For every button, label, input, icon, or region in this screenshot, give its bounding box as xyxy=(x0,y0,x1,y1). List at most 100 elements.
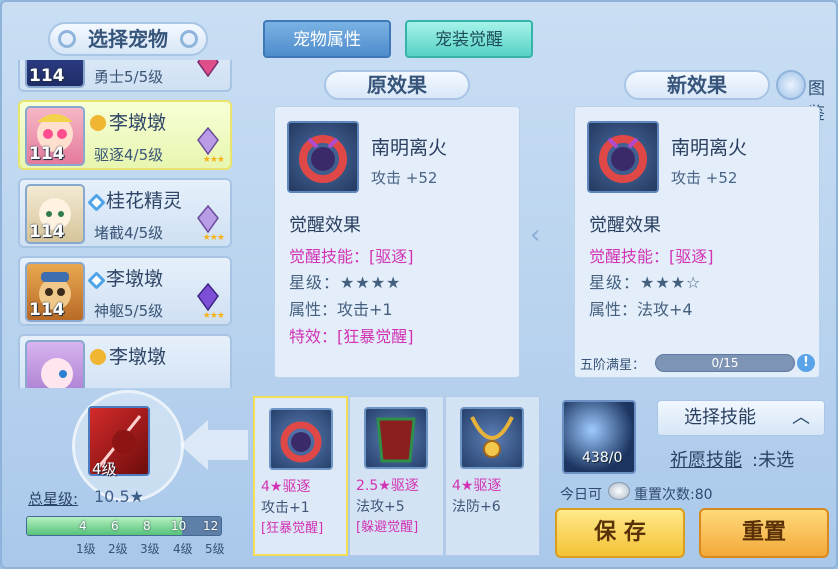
pet-gem-icon xyxy=(197,282,219,312)
arrow-left-icon xyxy=(180,420,248,470)
pet-card[interactable]: 李墩墩 xyxy=(18,334,232,388)
pet-level: 114 xyxy=(29,66,65,86)
pet-card[interactable]: 114 桂花精灵 堵截4/5级 ★★★ xyxy=(18,178,232,248)
awaken-skill-line: 觉醒技能：[驱逐] xyxy=(589,247,714,266)
pet-rank-stars: ★★★ xyxy=(202,233,225,243)
chevron-left-icon: ‹ xyxy=(530,220,541,250)
equip-name: 南明离火 xyxy=(671,137,748,159)
tab-pet-attributes[interactable]: 宠物属性 xyxy=(263,20,391,58)
pet-card[interactable]: 114 勇士5/5级 xyxy=(18,60,232,92)
pet-rank-stars: ★★★ xyxy=(202,311,225,321)
awaken-star-line: 星级：★★★☆ xyxy=(589,273,702,292)
pet-gem-icon xyxy=(197,204,219,234)
pet-skill-level: 勇士5/5级 xyxy=(94,68,164,86)
pet-avatar: 114 xyxy=(25,262,85,322)
candidate-attr: 法攻+5 xyxy=(356,499,405,515)
scale-level: 2级 xyxy=(108,542,128,556)
diamond-icon xyxy=(87,271,106,290)
info-icon xyxy=(90,349,106,365)
pet-equipment-awaken-window: 选择宠物 114 勇士5/5级 114 李墩墩 驱逐4/5级 ★★★ 114 桂… xyxy=(0,0,838,569)
candidate-item[interactable]: 2.5★驱逐 法攻+5 [躲避觉醒] xyxy=(349,396,444,556)
info-icon xyxy=(90,115,106,131)
pet-skill-level: 堵截4/5级 xyxy=(94,224,164,242)
tab-equipment-awaken[interactable]: 宠装觉醒 xyxy=(405,20,533,58)
chevron-up-icon: ︿ xyxy=(792,407,810,428)
pet-gem-icon xyxy=(197,60,219,78)
pet-skill-level: 驱逐4/5级 xyxy=(94,146,164,164)
star-scale-fill xyxy=(27,517,183,535)
today-available-label: 今日可 xyxy=(560,487,602,503)
total-star-label: 总星级: xyxy=(28,490,79,508)
candidate-star-skill: 2.5★驱逐 xyxy=(356,478,419,494)
candidate-special: [躲避觉醒] xyxy=(356,520,419,535)
full-star-progress-bar: 0/15 xyxy=(655,354,795,372)
orb-count: 438/0 xyxy=(582,450,623,466)
scale-number: 12 xyxy=(203,519,219,533)
pet-skill-level: 神躯5/5级 xyxy=(94,302,164,320)
save-button[interactable]: 保 存 xyxy=(555,508,685,558)
pet-card-selected[interactable]: 114 李墩墩 驱逐4/5级 ★★★ xyxy=(18,100,232,170)
candidate-attr: 法防+6 xyxy=(452,499,501,515)
awaken-effect-title: 觉醒效果 xyxy=(289,215,361,236)
total-star-value: 10.5★ xyxy=(94,487,144,506)
pet-rank-stars: ★★★ xyxy=(202,155,225,165)
equip-stat: 攻击 +52 xyxy=(671,169,738,187)
candidate-star-skill: 4★驱逐 xyxy=(261,479,311,495)
swirl-left-icon xyxy=(58,30,76,48)
pet-portrait-icon xyxy=(41,358,73,388)
pet-gem-icon xyxy=(197,126,219,156)
pet-avatar xyxy=(25,340,85,388)
awaken-skill-line: 觉醒技能：[驱逐] xyxy=(289,247,414,266)
candidate-item[interactable]: 4★驱逐 攻击+1 [狂暴觉醒] xyxy=(253,396,348,556)
total-star-scale: 4 6 8 10 12 xyxy=(26,516,222,536)
new-effect-header: 新效果 xyxy=(624,70,770,100)
pet-select-column: 选择宠物 114 勇士5/5级 114 李墩墩 驱逐4/5级 ★★★ 114 桂… xyxy=(8,8,244,388)
candidate-star-skill: 4★驱逐 xyxy=(452,478,502,494)
armor-equip-icon xyxy=(364,407,428,469)
candidate-special: [狂暴觉醒] xyxy=(261,521,324,536)
original-effect-header: 原效果 xyxy=(324,70,470,100)
full-star-progress-label: 五阶满星： xyxy=(580,358,646,373)
pet-avatar: 114 xyxy=(25,184,85,244)
reset-button[interactable]: 重置 xyxy=(699,508,829,558)
swirl-right-icon xyxy=(180,30,198,48)
scale-number: 8 xyxy=(143,519,151,533)
pet-avatar: 114 xyxy=(25,106,85,166)
select-skill-dropdown[interactable]: 选择技能 ︿ xyxy=(657,400,825,436)
candidate-attr: 攻击+1 xyxy=(261,500,310,516)
awaken-star-line: 星级：★★★★ xyxy=(289,273,402,292)
pet-name: 李墩墩 xyxy=(90,342,166,369)
equip-name: 南明离火 xyxy=(371,137,448,159)
silver-coin-icon xyxy=(608,482,630,500)
scale-level: 1级 xyxy=(76,542,96,556)
ring-equip-icon xyxy=(269,408,333,470)
scale-level: 4级 xyxy=(173,542,193,556)
new-effect-panel: 南明离火 攻击 +52 觉醒效果 觉醒技能：[驱逐] 星级：★★★☆ 属性：法攻… xyxy=(574,106,820,378)
select-pet-title: 选择宠物 xyxy=(48,22,208,56)
scale-level: 5级 xyxy=(205,542,225,556)
awaken-attr-line: 属性：攻击+1 xyxy=(289,300,393,319)
pet-card[interactable]: 114 李墩墩 神躯5/5级 ★★★ xyxy=(18,256,232,326)
equip-ring-icon xyxy=(287,121,359,193)
scale-number: 10 xyxy=(171,519,187,533)
pet-avatar: 114 xyxy=(25,60,85,88)
equip-stat: 攻击 +52 xyxy=(371,169,438,187)
pet-list[interactable]: 114 勇士5/5级 114 李墩墩 驱逐4/5级 ★★★ 114 桂花精灵 堵… xyxy=(18,60,236,388)
weapon-level: 4级 xyxy=(92,460,117,478)
awaken-special-line: 特效：[狂暴觉醒] xyxy=(289,327,414,346)
pet-name: 桂花精灵 xyxy=(87,186,182,213)
wish-skill-value: :未选 xyxy=(752,450,795,471)
awaken-effect-title: 觉醒效果 xyxy=(589,215,661,236)
reset-count: 重置次数:80 xyxy=(634,487,713,503)
wish-skill-label[interactable]: 祈愿技能 xyxy=(670,446,742,472)
pet-level: 114 xyxy=(29,144,65,164)
guide-book-icon[interactable] xyxy=(776,70,806,100)
info-icon[interactable]: ! xyxy=(797,354,815,372)
pet-name: 李墩墩 xyxy=(87,264,163,291)
scale-number: 6 xyxy=(111,519,119,533)
scale-level: 3级 xyxy=(140,542,160,556)
necklace-equip-icon xyxy=(460,407,524,469)
candidate-item[interactable]: 4★驱逐 法防+6 xyxy=(445,396,540,556)
original-effect-panel: 南明离火 攻击 +52 觉醒效果 觉醒技能：[驱逐] 星级：★★★★ 属性：攻击… xyxy=(274,106,520,378)
awaken-attr-line: 属性：法攻+4 xyxy=(589,300,693,319)
